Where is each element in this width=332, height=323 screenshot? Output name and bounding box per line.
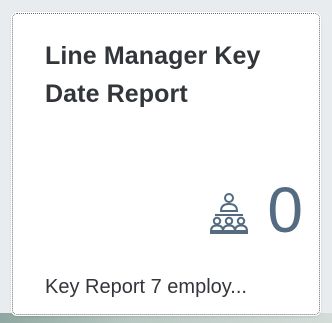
launchpad-tile[interactable]: Line Manager Key Date Report 0 Key Repor… — [12, 13, 320, 315]
tile-kpi: 0 — [207, 174, 303, 246]
tile-title: Line Manager Key Date Report — [45, 42, 261, 108]
tile-footer-text: Key Report 7 employ... — [45, 276, 247, 298]
org-hierarchy-icon — [207, 191, 251, 235]
kpi-value: 0 — [267, 174, 303, 246]
